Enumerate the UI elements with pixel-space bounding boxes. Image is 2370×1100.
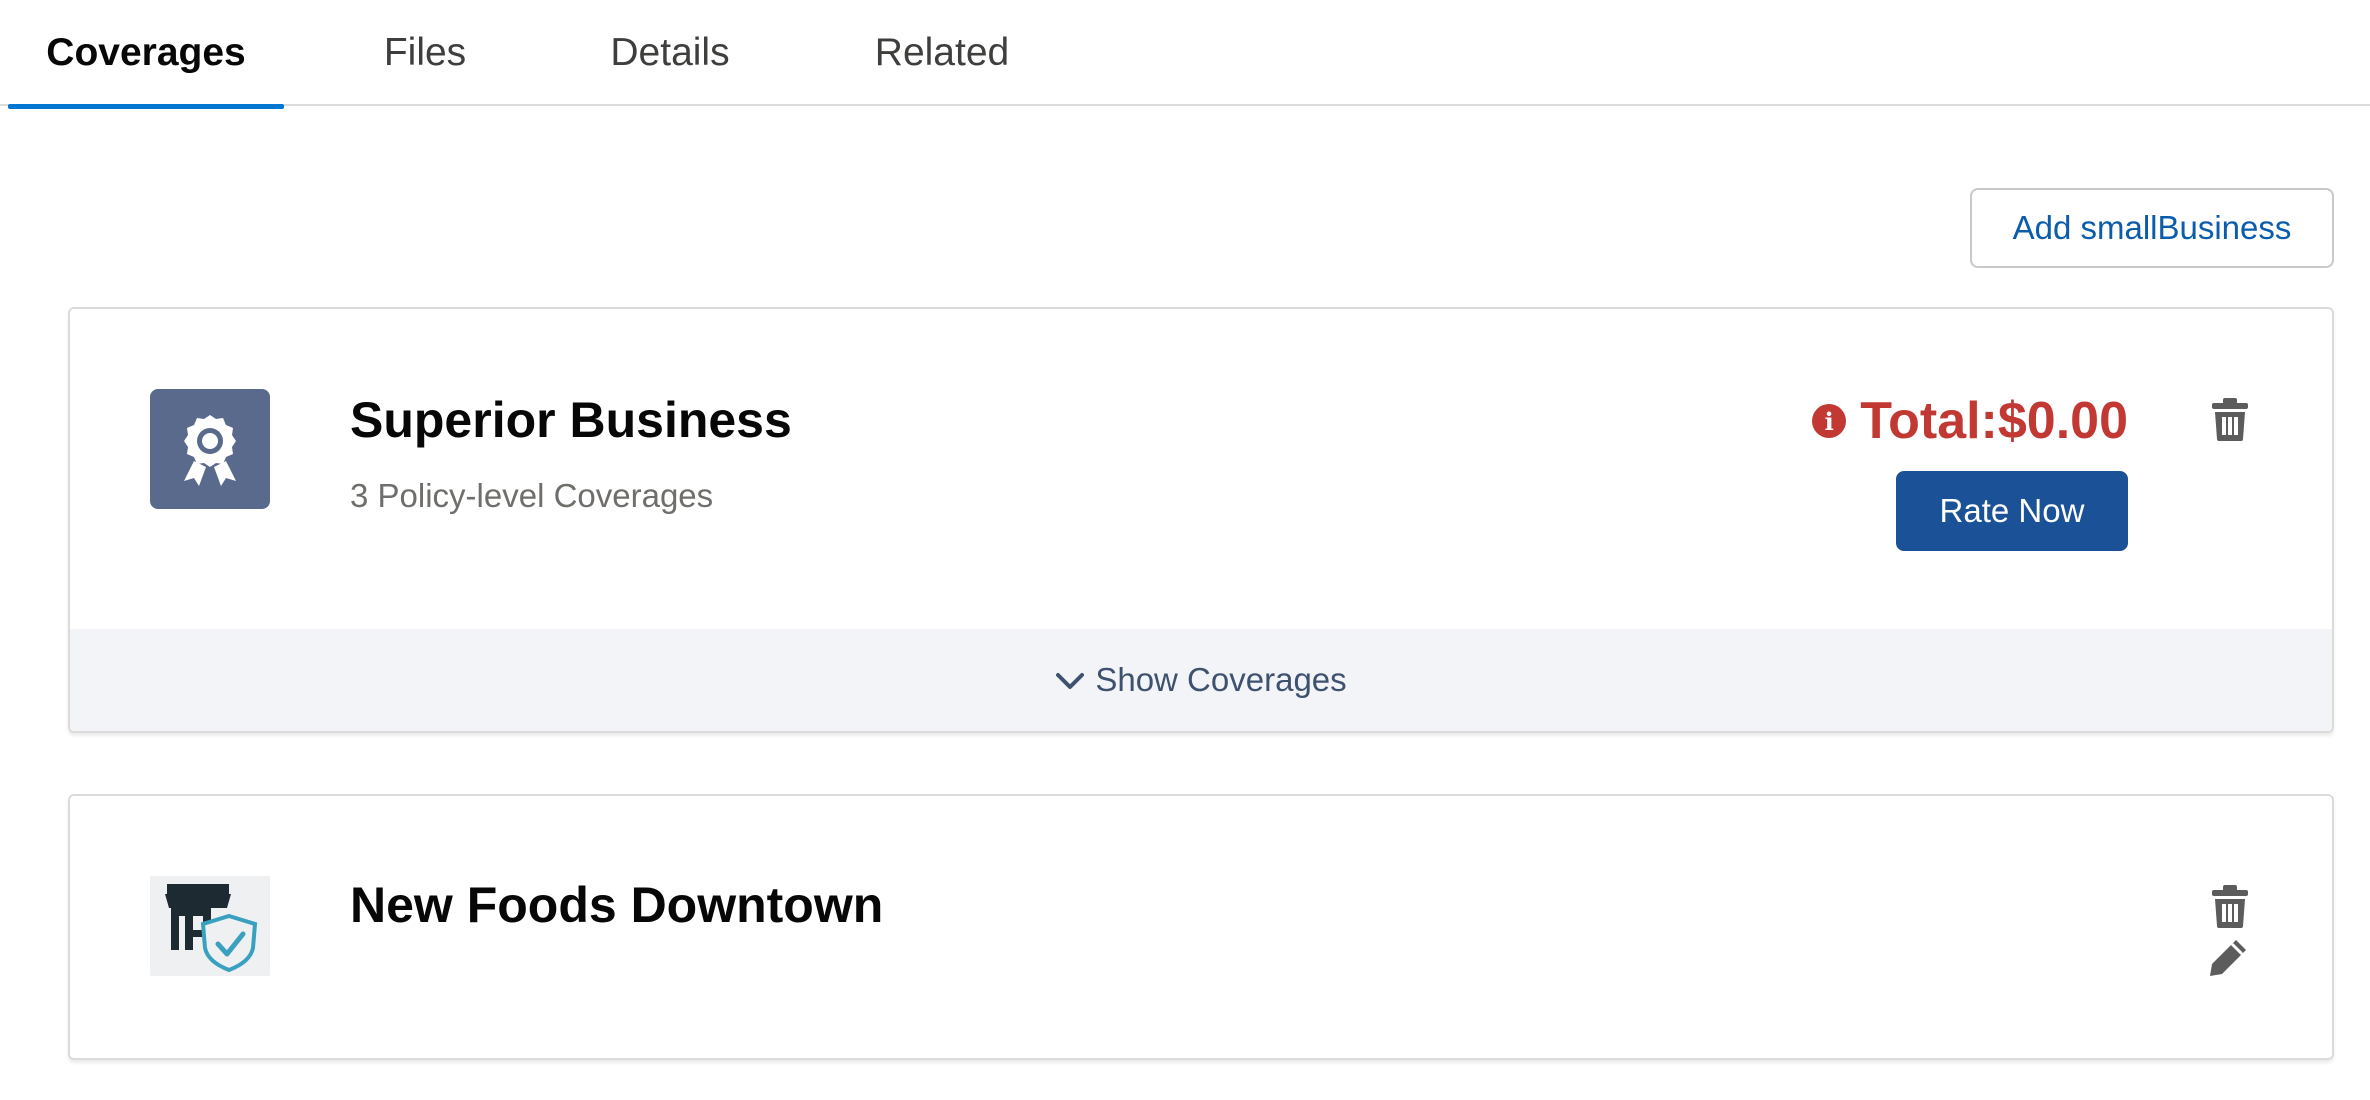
pencil-edit-icon[interactable] (2208, 936, 2250, 978)
show-coverages-label: Show Coverages (1095, 661, 1347, 698)
coverage-card-superior-business: Superior Business 3 Policy-level Coverag… (68, 307, 2334, 733)
tab-related[interactable]: Related (858, 0, 1026, 106)
card-subtitle: 3 Policy-level Coverages (350, 477, 714, 514)
card-title: Superior Business (350, 392, 792, 448)
trash-icon[interactable] (2210, 884, 2250, 928)
show-coverages-toggle[interactable]: Show Coverages (70, 629, 2332, 731)
tab-details[interactable]: Details (590, 0, 750, 106)
storefront-shield-icon (150, 876, 270, 976)
total-amount: i Total:$0.00 (1812, 391, 2128, 451)
award-ribbon-icon (150, 389, 270, 509)
total-label: Total:$0.00 (1860, 392, 2128, 450)
tab-files[interactable]: Files (360, 0, 490, 106)
chevron-down-icon (1055, 661, 1085, 699)
rate-now-button[interactable]: Rate Now (1896, 471, 2128, 551)
tab-bar: Coverages Files Details Related (0, 0, 2370, 109)
trash-icon[interactable] (2210, 397, 2250, 441)
tab-coverages[interactable]: Coverages (8, 0, 284, 109)
info-icon: i (1812, 404, 1847, 438)
add-small-business-button[interactable]: Add smallBusiness (1970, 188, 2334, 268)
card-title: New Foods Downtown (350, 877, 884, 933)
coverage-card-new-foods-downtown: New Foods Downtown (68, 794, 2334, 1060)
